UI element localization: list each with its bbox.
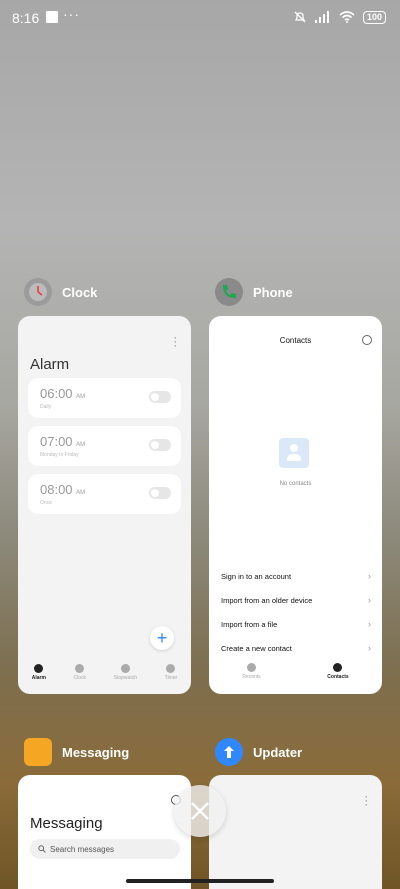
clock-app-card[interactable]: · · · Alarm 06:00 AM Daily 07:00 AM Monday… — [18, 316, 191, 694]
nav-timer[interactable]: Timer — [165, 664, 177, 690]
search-icon — [38, 845, 46, 853]
alarm-icon — [34, 664, 44, 673]
clock-bottom-nav: Alarm Clock Stopwatch Timer — [18, 664, 191, 690]
app-name: Updater — [253, 744, 303, 760]
phone-app-card[interactable]: Contacts No contacts Sign in to an accou… — [209, 316, 382, 694]
clock-icon — [24, 278, 52, 306]
home-indicator[interactable] — [126, 879, 274, 883]
more-options-icon[interactable]: · · · — [364, 792, 368, 811]
search-placeholder: Search messages — [50, 844, 115, 854]
messaging-icon — [24, 738, 52, 766]
sign-in-account-row[interactable]: Sign in to an account › — [221, 568, 371, 584]
no-contacts-text: No contacts — [279, 481, 312, 487]
settings-icon[interactable] — [362, 335, 372, 345]
updater-icon — [215, 738, 243, 766]
mute-icon — [294, 11, 306, 23]
import-file-row[interactable]: Import from a file › — [221, 616, 371, 632]
more-notifications-icon: ··· — [63, 6, 80, 22]
nav-stopwatch[interactable]: Stopwatch — [114, 664, 137, 690]
nav-clock[interactable]: Clock — [74, 664, 86, 690]
app-label-phone[interactable]: Phone — [215, 278, 293, 306]
chevron-right-icon: › — [368, 643, 371, 653]
add-alarm-button[interactable]: + — [150, 626, 174, 650]
wifi-icon — [339, 11, 355, 23]
recents-icon — [246, 663, 256, 672]
chevron-right-icon: › — [368, 571, 371, 581]
status-icons: 100 — [293, 10, 386, 24]
alarm-toggle[interactable] — [149, 487, 171, 499]
alarm-toggle[interactable] — [149, 439, 171, 451]
signal-icon — [314, 11, 329, 23]
create-contact-row[interactable]: Create a new contact › — [221, 640, 371, 656]
alarm-item[interactable]: 06:00 AM Daily — [28, 378, 181, 418]
app-name: Messaging — [62, 744, 130, 760]
contact-placeholder-icon — [279, 438, 309, 468]
notification-square-icon — [46, 11, 58, 23]
status-bar: 8:16 ··· 100 — [0, 0, 400, 36]
alarm-item[interactable]: 08:00 AM Once — [28, 474, 181, 514]
alarm-time: 06:00 AM — [40, 386, 86, 401]
nav-alarm[interactable]: Alarm — [32, 664, 46, 690]
app-label-updater[interactable]: Updater — [215, 738, 302, 766]
contacts-title: Contacts — [279, 336, 312, 345]
app-label-messaging[interactable]: Messaging — [24, 738, 129, 766]
nav-recents[interactable]: Recents — [242, 663, 261, 680]
alarm-time: 08:00 AM — [40, 482, 86, 497]
person-icon — [333, 663, 343, 672]
status-time: 8:16 — [12, 10, 40, 26]
app-label-clock[interactable]: Clock — [24, 278, 97, 306]
import-older-device-row[interactable]: Import from an older device › — [221, 592, 371, 608]
app-name: Phone — [253, 284, 293, 300]
alarm-repeat: Once — [40, 500, 52, 506]
chevron-right-icon: › — [368, 619, 371, 629]
alarm-title: Alarm — [30, 356, 70, 373]
messaging-title: Messaging — [30, 815, 103, 832]
alarm-time: 07:00 AM — [40, 434, 86, 449]
close-icon — [191, 802, 209, 820]
clock-small-icon — [75, 664, 85, 673]
stopwatch-icon — [120, 664, 130, 673]
alarm-toggle[interactable] — [149, 391, 171, 403]
messaging-app-card[interactable]: Messaging Search messages — [18, 775, 191, 889]
nav-contacts[interactable]: Contacts — [327, 663, 349, 680]
alarm-item[interactable]: 07:00 AM Monday to Friday — [28, 426, 181, 466]
alarm-repeat: Monday to Friday — [40, 452, 79, 458]
timer-icon — [166, 664, 176, 673]
search-messages-field[interactable]: Search messages — [30, 839, 180, 859]
battery-icon: 100 — [362, 10, 386, 24]
app-name: Clock — [62, 284, 98, 300]
phone-bottom-nav: Recents Contacts — [209, 663, 382, 680]
updater-app-card[interactable]: · · · — [209, 775, 382, 889]
phone-icon — [215, 278, 243, 306]
clear-all-button[interactable] — [174, 785, 226, 837]
alarm-repeat: Daily — [40, 404, 52, 410]
more-options-icon[interactable]: · · · — [173, 333, 177, 352]
chevron-right-icon: › — [368, 595, 371, 605]
